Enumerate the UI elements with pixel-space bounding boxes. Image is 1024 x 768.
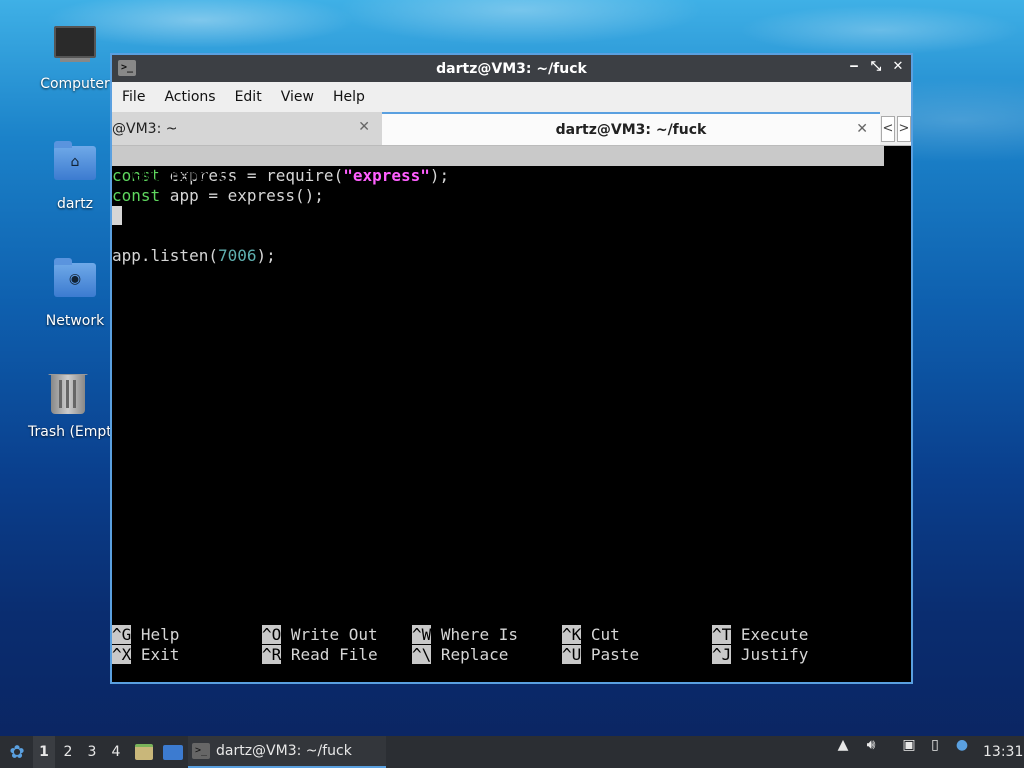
terminal-icon: >_ xyxy=(118,60,136,76)
clock[interactable]: 13:31 xyxy=(983,736,1023,768)
terminal-area[interactable]: GNU nano 6.2 fuck.js * const express = r… xyxy=(112,146,911,682)
menu-help[interactable]: Help xyxy=(333,89,365,105)
tab-fuck[interactable]: dartz@VM3: ~/fuck ✕ xyxy=(382,112,880,145)
shortcut-key: ^X xyxy=(112,645,132,664)
network-icon[interactable]: ▣ xyxy=(900,736,918,754)
tab-bar: @VM3: ~ ✕ dartz@VM3: ~/fuck ✕ < > xyxy=(112,112,911,146)
shortcut-label: Help xyxy=(140,625,180,644)
nano-filename: fuck.js * xyxy=(482,186,569,205)
tab-scroll-right-button[interactable]: > xyxy=(897,116,911,142)
shortcut-row: ^G Help ^O Write Out ^W Where Is ^K Cut ^T E… xyxy=(112,625,911,645)
nano-shortcut: ^O Write Out xyxy=(262,625,378,645)
tab-label: @VM3: ~ xyxy=(112,120,178,137)
shortcut-key: ^G xyxy=(112,625,132,644)
close-tab-icon[interactable]: ✕ xyxy=(358,119,370,135)
shortcut-key: ^W xyxy=(412,625,432,644)
clipboard-icon[interactable]: ▯ xyxy=(926,736,944,754)
workspace-4[interactable]: 4 xyxy=(105,736,127,768)
nano-shortcut: ^T Execute xyxy=(712,625,808,645)
show-desktop-icon[interactable] xyxy=(162,736,184,768)
shortcut-key: ^R xyxy=(262,645,282,664)
menu-actions[interactable]: Actions xyxy=(164,89,215,105)
shortcut-label: Read File xyxy=(290,645,378,664)
close-tab-icon[interactable]: ✕ xyxy=(856,121,868,137)
nano-shortcut: ^J Justify xyxy=(712,645,808,665)
close-button[interactable]: ✕ xyxy=(891,59,905,74)
code-token: ); xyxy=(256,246,276,265)
nano-header: GNU nano 6.2 fuck.js * xyxy=(112,146,884,205)
code-token: app.listen( xyxy=(112,246,218,265)
nano-shortcut: ^R Read File xyxy=(262,645,378,665)
maximize-button[interactable]: ⤡ xyxy=(869,59,883,74)
update-icon[interactable]: ▲ xyxy=(834,736,852,754)
shortcut-key: ^\ xyxy=(412,645,432,664)
menu-bar: File Actions Edit View Help xyxy=(112,82,911,112)
nano-shortcut: ^\ Replace xyxy=(412,645,508,665)
shortcut-key: ^K xyxy=(562,625,582,644)
nano-shortcut: ^G Help xyxy=(112,625,179,645)
desktop-icon-label: Trash (Empty) xyxy=(28,424,110,440)
trash-icon xyxy=(46,374,90,418)
code-line: app.listen(7006); xyxy=(112,246,911,266)
start-menu-icon[interactable]: ✿ xyxy=(6,736,28,768)
shortcut-label: Justify xyxy=(740,645,809,664)
minimize-button[interactable]: ‒ xyxy=(847,59,861,74)
volume-icon[interactable]: 🔊︎ xyxy=(862,736,880,754)
shortcut-label: Exit xyxy=(140,645,180,664)
nano-version: GNU nano 6.2 xyxy=(132,166,248,185)
file-manager-icon[interactable] xyxy=(134,736,154,768)
taskbar: ✿ 1 2 3 4 >_ dartz@VM3: ~/fuck ▲ 🔊︎ ▣ ▯ … xyxy=(0,736,1024,768)
tab-home[interactable]: @VM3: ~ ✕ xyxy=(112,112,382,145)
workspace-2[interactable]: 2 xyxy=(57,736,79,768)
shortcut-label: Execute xyxy=(740,625,809,644)
shortcut-label: Where Is xyxy=(440,625,518,644)
tab-scroll-left-button[interactable]: < xyxy=(881,116,895,142)
nano-shortcut: ^U Paste xyxy=(562,645,639,665)
shortcut-label: Cut xyxy=(590,625,620,644)
network-folder-icon: ◉ xyxy=(53,258,97,307)
shortcut-key: ^J xyxy=(712,645,732,664)
workspace-3[interactable]: 3 xyxy=(81,736,103,768)
code-token: app = express(); xyxy=(160,186,324,205)
menu-view[interactable]: View xyxy=(281,89,314,105)
shortcut-label: Write Out xyxy=(290,625,378,644)
nano-shortcut: ^K Cut xyxy=(562,625,620,645)
code-token: "express" xyxy=(343,166,430,185)
terminal-icon: >_ xyxy=(192,743,210,759)
nano-shortcut: ^W Where Is xyxy=(412,625,518,645)
shortcut-row: ^X Exit ^R Read File ^\ Replace ^U Paste ^J … xyxy=(112,645,911,665)
tab-label: dartz@VM3: ~/fuck xyxy=(555,121,707,138)
nano-shortcuts: ^G Help ^O Write Out ^W Where Is ^K Cut ^T E… xyxy=(112,625,911,665)
shortcut-key: ^O xyxy=(262,625,282,644)
shortcut-label: Paste xyxy=(590,645,640,664)
menu-file[interactable]: File xyxy=(122,89,145,105)
taskbar-window-button[interactable]: >_ dartz@VM3: ~/fuck xyxy=(188,736,386,768)
computer-icon xyxy=(53,26,97,70)
window-title: dartz@VM3: ~/fuck xyxy=(436,60,587,77)
taskbar-window-label: dartz@VM3: ~/fuck xyxy=(216,743,352,759)
code-line xyxy=(112,206,911,226)
menu-edit[interactable]: Edit xyxy=(235,89,262,105)
window-titlebar[interactable]: >_ dartz@VM3: ~/fuck ‒ ⤡ ✕ xyxy=(112,55,911,82)
desktop-icon-trash[interactable]: Trash (Empty) xyxy=(25,374,110,440)
nano-shortcut: ^X Exit xyxy=(112,645,179,665)
workspace-1[interactable]: 1 xyxy=(33,736,55,768)
home-folder-icon: ⌂ xyxy=(53,141,97,190)
notification-icon[interactable]: ● xyxy=(953,736,971,754)
shortcut-key: ^U xyxy=(562,645,582,664)
terminal-window[interactable]: >_ dartz@VM3: ~/fuck ‒ ⤡ ✕ File Actions … xyxy=(110,53,913,684)
shortcut-label: Replace xyxy=(440,645,509,664)
code-token: 7006 xyxy=(217,246,257,265)
code-token: ); xyxy=(429,166,450,185)
shortcut-key: ^T xyxy=(712,625,732,644)
